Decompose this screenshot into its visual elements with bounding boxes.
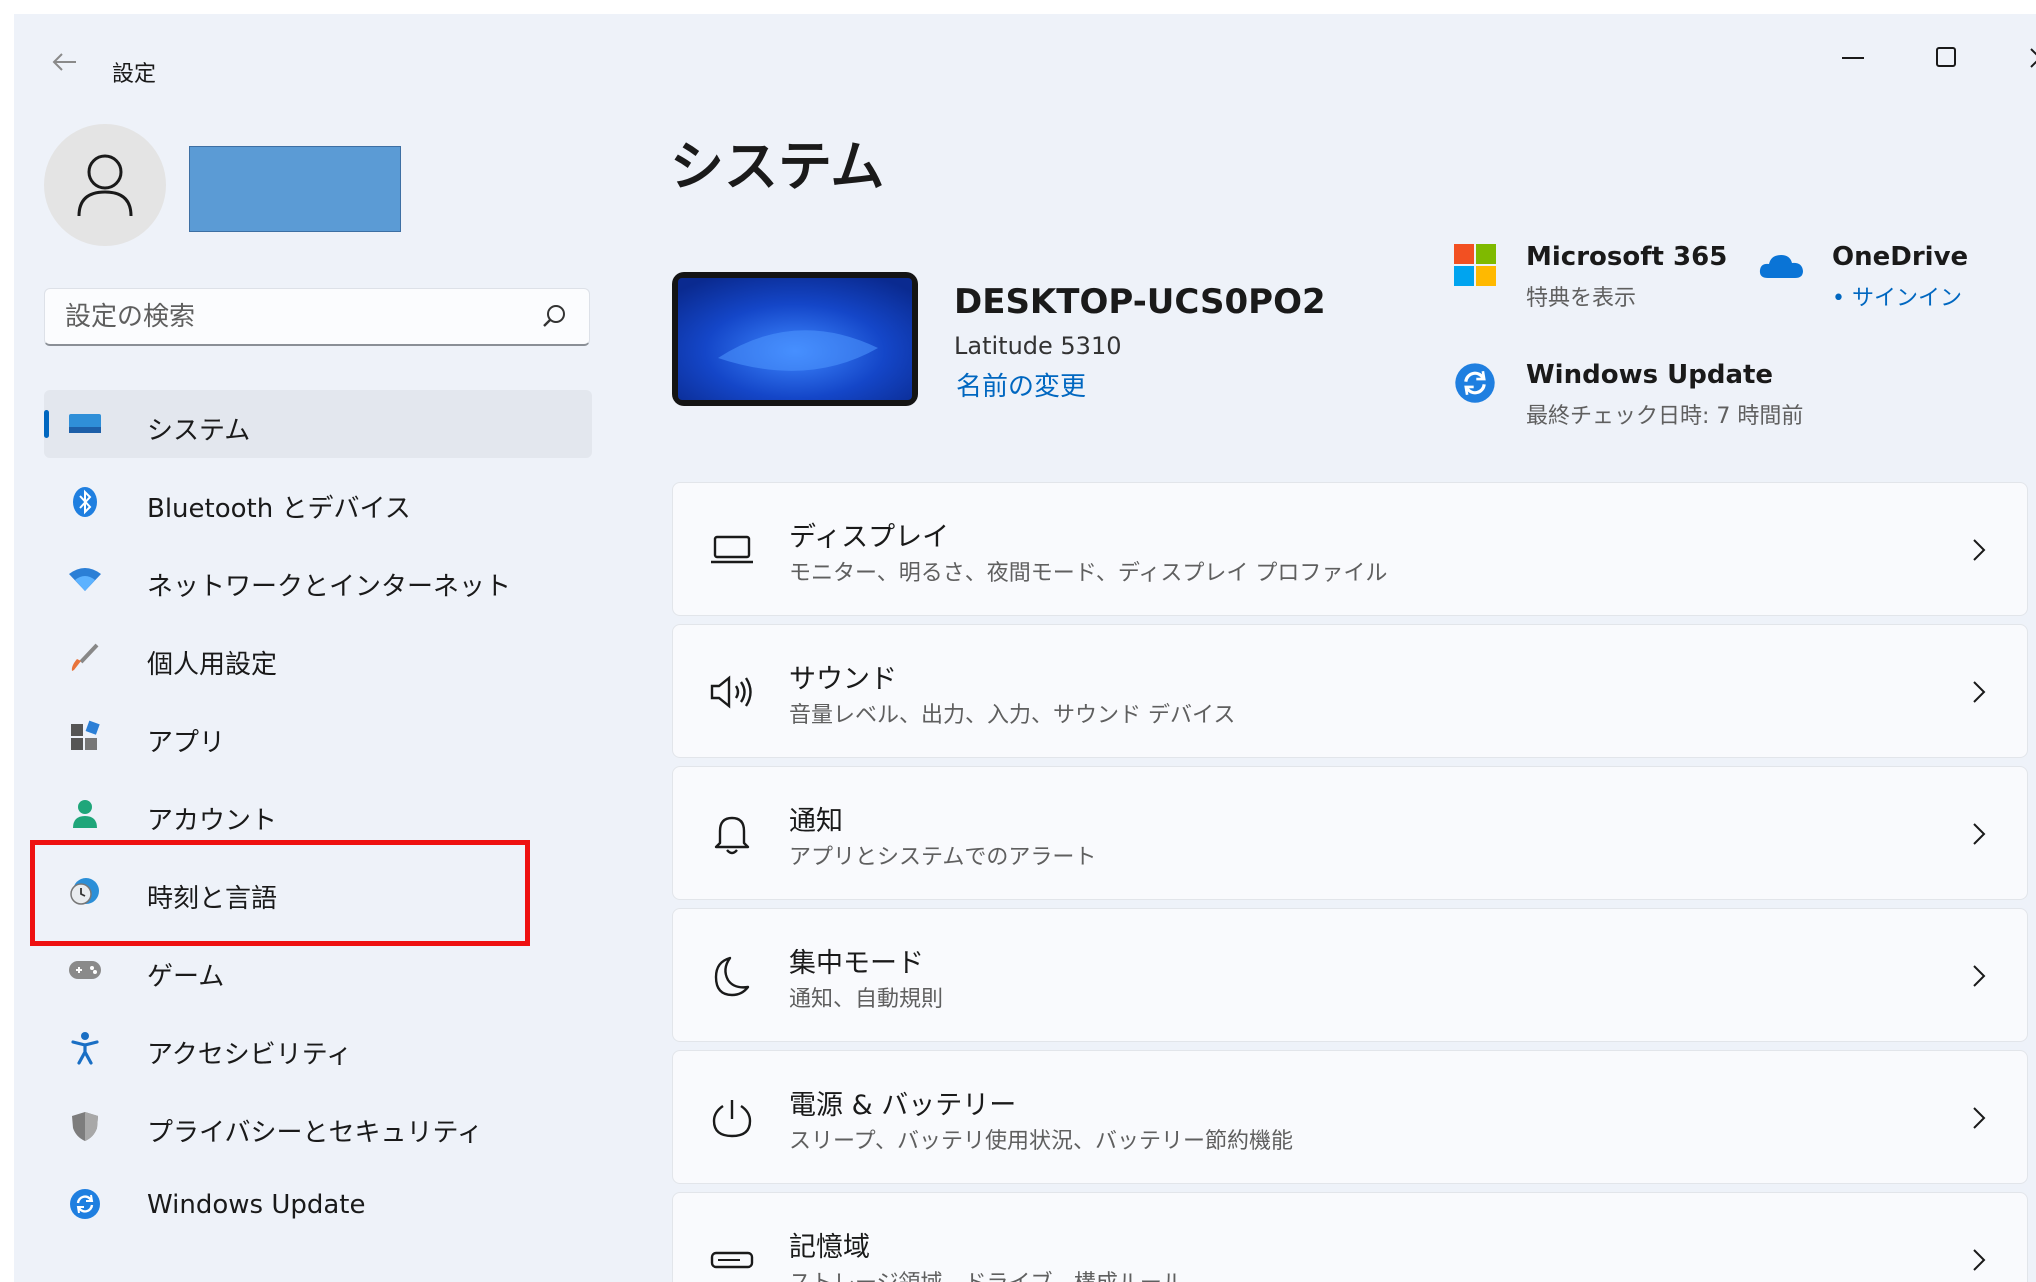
sidebar-item-label: アプリ xyxy=(147,728,226,758)
gamepad-icon xyxy=(68,953,102,987)
moon-icon xyxy=(709,953,755,999)
card-title: 電源 & バッテリー xyxy=(789,1090,1017,1121)
avatar[interactable] xyxy=(44,124,166,246)
sidebar-item-privacy[interactable]: プライバシーとセキュリティ xyxy=(44,1092,592,1160)
card-title: サウンド xyxy=(789,664,897,695)
microsoft-365-link[interactable]: Microsoft 365 特典を表示 xyxy=(1452,242,1752,312)
selection-indicator xyxy=(44,410,49,438)
onedrive-cloud-icon xyxy=(1758,242,1804,288)
chevron-right-icon xyxy=(1969,1103,1989,1133)
user-name-redacted xyxy=(189,146,401,232)
sidebar-item-label: アクセシビリティ xyxy=(147,1040,353,1070)
sidebar-nav: システム Bluetooth とデバイス ネットワークとインターネット 個人用設… xyxy=(44,390,592,1248)
person-icon xyxy=(77,154,133,217)
card-subtitle: ストレージ領域、ドライブ、構成ルール xyxy=(789,1265,1184,1282)
card-subtitle: モニター、明るさ、夜間モード、ディスプレイ プロファイル xyxy=(789,561,1388,586)
close-button[interactable] xyxy=(2000,32,2036,84)
display-icon xyxy=(709,527,755,573)
card-subtitle: 音量レベル、出力、入力、サウンド デバイス xyxy=(789,703,1236,728)
sidebar-item-accounts[interactable]: アカウント xyxy=(44,780,592,848)
storage-icon xyxy=(709,1237,755,1282)
wallpaper-image xyxy=(678,278,912,400)
wifi-icon xyxy=(68,563,102,597)
sidebar-item-apps[interactable]: アプリ xyxy=(44,702,592,770)
highlight-box xyxy=(30,840,530,946)
apps-icon xyxy=(68,719,102,753)
microsoft-logo-icon xyxy=(1452,242,1498,288)
card-title: 記憶域 xyxy=(789,1232,870,1263)
app-title: 設定 xyxy=(112,62,157,87)
sidebar-item-label: Bluetooth とデバイス xyxy=(147,494,411,524)
quick-link-title: Microsoft 365 xyxy=(1526,242,1728,272)
chevron-right-icon xyxy=(1969,1245,1989,1275)
card-title: 通知 xyxy=(789,806,843,837)
sidebar-item-label: システム xyxy=(147,416,251,446)
maximize-icon xyxy=(1936,47,1956,67)
sidebar-item-label: ゲーム xyxy=(147,962,225,992)
sidebar-item-label: 個人用設定 xyxy=(147,650,278,680)
sidebar-item-windows-update[interactable]: Windows Update xyxy=(44,1170,592,1238)
maximize-button[interactable] xyxy=(1907,32,1987,84)
chevron-right-icon xyxy=(1969,677,1989,707)
bell-icon xyxy=(709,811,755,857)
bluetooth-icon xyxy=(68,485,102,519)
quick-link-subtitle: 特典を表示 xyxy=(1526,286,1637,311)
quick-link-title: Windows Update xyxy=(1526,360,1774,390)
sidebar-item-label: ネットワークとインターネット xyxy=(147,572,512,602)
page-title: システム xyxy=(670,135,885,198)
brush-icon xyxy=(68,641,102,675)
chevron-right-icon xyxy=(1969,961,1989,991)
settings-cards: ディスプレイ モニター、明るさ、夜間モード、ディスプレイ プロファイル サウンド… xyxy=(672,482,2028,1282)
system-icon xyxy=(68,407,102,441)
sidebar-item-label: アカウント xyxy=(147,806,278,836)
sidebar-item-personalization[interactable]: 個人用設定 xyxy=(44,624,592,692)
windows-update-icon xyxy=(68,1187,102,1221)
back-arrow-icon xyxy=(52,53,76,71)
card-storage[interactable]: 記憶域 ストレージ領域、ドライブ、構成ルール xyxy=(672,1192,2028,1282)
card-subtitle: アプリとシステムでのアラート xyxy=(789,845,1097,870)
quick-link-subtitle: • サインイン xyxy=(1832,286,1962,311)
rename-link[interactable]: 名前の変更 xyxy=(956,366,1086,403)
close-icon xyxy=(2030,48,2036,68)
device-thumbnail xyxy=(672,272,918,406)
quick-link-subtitle: 最終チェック日時: 7 時間前 xyxy=(1526,404,1804,429)
search-icon[interactable] xyxy=(541,303,567,329)
sidebar-item-system[interactable]: システム xyxy=(44,390,592,458)
settings-window: 設定 システム xyxy=(14,14,2036,1282)
sidebar-item-accessibility[interactable]: アクセシビリティ xyxy=(44,1014,592,1082)
account-icon xyxy=(68,797,102,831)
onedrive-link[interactable]: OneDrive • サインイン xyxy=(1758,242,2018,312)
sidebar-item-gaming[interactable]: ゲーム xyxy=(44,936,592,1004)
sidebar-item-label: プライバシーとセキュリティ xyxy=(147,1118,483,1148)
quick-link-title: OneDrive xyxy=(1832,242,1969,272)
chevron-right-icon xyxy=(1969,819,1989,849)
card-power-battery[interactable]: 電源 & バッテリー スリープ、バッテリ使用状況、バッテリー節約機能 xyxy=(672,1050,2028,1184)
card-display[interactable]: ディスプレイ モニター、明るさ、夜間モード、ディスプレイ プロファイル xyxy=(672,482,2028,616)
search-input[interactable] xyxy=(65,301,525,333)
shield-icon xyxy=(68,1109,102,1143)
card-sound[interactable]: サウンド 音量レベル、出力、入力、サウンド デバイス xyxy=(672,624,2028,758)
back-button[interactable] xyxy=(42,44,86,80)
card-focus[interactable]: 集中モード 通知、自動規則 xyxy=(672,908,2028,1042)
windows-update-link[interactable]: Windows Update 最終チェック日時: 7 時間前 xyxy=(1452,360,1872,430)
windows-update-icon xyxy=(1452,360,1498,406)
sidebar-item-network[interactable]: ネットワークとインターネット xyxy=(44,546,592,614)
card-title: ディスプレイ xyxy=(789,522,950,553)
search-box[interactable] xyxy=(44,288,590,346)
sidebar-item-label: Windows Update xyxy=(147,1190,366,1220)
card-subtitle: 通知、自動規則 xyxy=(789,987,944,1012)
minimize-icon xyxy=(1842,57,1864,59)
device-name: DESKTOP-UCS0PO2 xyxy=(954,282,1326,322)
card-subtitle: スリープ、バッテリ使用状況、バッテリー節約機能 xyxy=(789,1129,1294,1154)
power-icon xyxy=(709,1095,755,1141)
card-notifications[interactable]: 通知 アプリとシステムでのアラート xyxy=(672,766,2028,900)
chevron-right-icon xyxy=(1969,535,1989,565)
speaker-icon xyxy=(709,669,755,715)
card-title: 集中モード xyxy=(789,948,924,979)
sidebar-item-bluetooth[interactable]: Bluetooth とデバイス xyxy=(44,468,592,536)
accessibility-icon xyxy=(68,1031,102,1065)
device-model: Latitude 5310 xyxy=(954,332,1122,360)
minimize-button[interactable] xyxy=(1814,32,1894,84)
